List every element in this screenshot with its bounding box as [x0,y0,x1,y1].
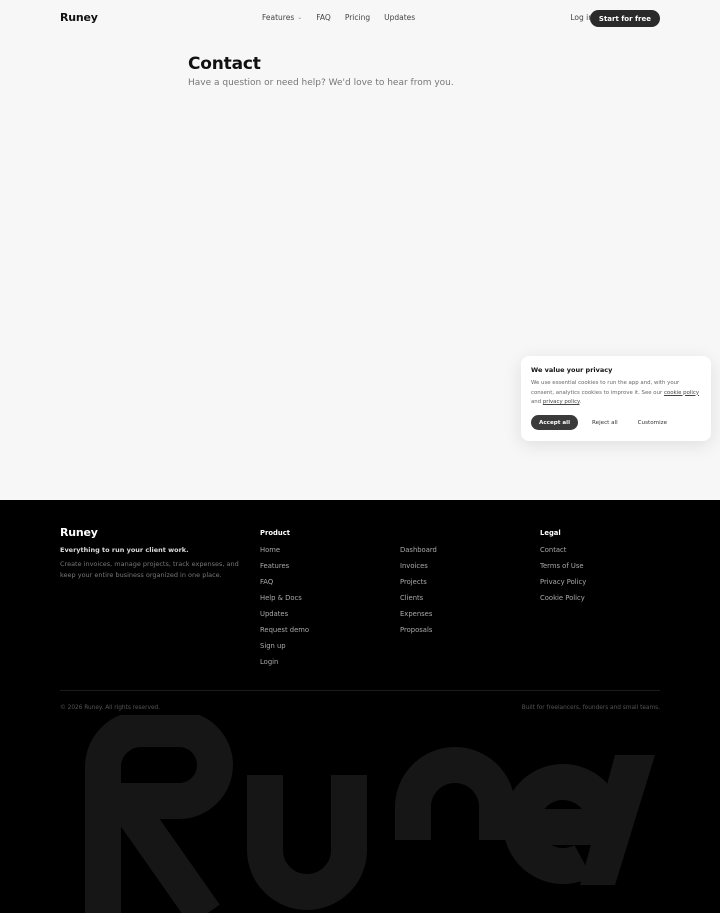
footer-product-column: Product Home Features FAQ Help & Docs Up… [260,529,309,674]
footer-built-for: Built for freelancers, founders and smal… [521,705,660,711]
site-header: Runey Features ⌄ FAQ Pricing Updates Log… [0,0,720,36]
footer-link-invoices[interactable]: Invoices [400,562,437,578]
footer-link-expenses[interactable]: Expenses [400,610,437,626]
reject-all-button[interactable]: Reject all [586,415,624,430]
page-title: Contact [188,54,261,74]
cookie-policy-link[interactable]: cookie policy [664,390,699,396]
footer-link-terms[interactable]: Terms of Use [540,562,586,578]
page-subtitle: Have a question or need help? We'd love … [188,78,454,88]
chevron-down-icon: ⌄ [297,14,303,21]
footer-tagline: Everything to run your client work. [60,546,189,554]
cookie-text-mid: and [531,399,543,405]
footer-link-proposals[interactable]: Proposals [400,626,437,642]
footer-logo[interactable]: Runey [60,526,98,539]
footer-link-clients[interactable]: Clients [400,594,437,610]
main-nav: Features ⌄ FAQ Pricing Updates [262,13,415,22]
footer-link-login[interactable]: Login [260,658,309,674]
footer-legal-heading: Legal [540,529,561,537]
nav-features[interactable]: Features ⌄ [262,13,302,22]
accept-all-button[interactable]: Accept all [531,415,578,430]
customize-button[interactable]: Customize [631,415,674,430]
start-free-button[interactable]: Start for free [589,10,660,27]
nav-pricing[interactable]: Pricing [345,13,370,22]
cookie-text-after: . [579,399,582,405]
privacy-policy-link[interactable]: privacy policy [543,399,580,405]
site-footer: Runey Everything to run your client work… [0,500,720,913]
footer-link-home[interactable]: Home [260,546,309,562]
footer-link-cookie[interactable]: Cookie Policy [540,594,586,610]
nav-updates[interactable]: Updates [384,13,415,22]
footer-link-dashboard[interactable]: Dashboard [400,546,437,562]
footer-product-heading: Product [260,529,290,537]
footer-description: Create invoices, manage projects, track … [60,560,239,579]
nav-features-label: Features [262,13,295,22]
footer-link-privacy[interactable]: Privacy Policy [540,578,586,594]
nav-faq[interactable]: FAQ [316,13,331,22]
footer-link-faq[interactable]: FAQ [260,578,309,594]
footer-legal-column: Legal Contact Terms of Use Privacy Polic… [540,529,586,610]
footer-divider [60,690,660,691]
footer-link-sign-up[interactable]: Sign up [260,642,309,658]
cookie-consent-card: We value your privacy We use essential c… [521,356,711,441]
footer-link-features[interactable]: Features [260,562,309,578]
footer-link-help-docs[interactable]: Help & Docs [260,594,309,610]
footer-link-updates[interactable]: Updates [260,610,309,626]
cookie-text: We use essential cookies to run the app … [531,379,701,408]
cookie-text-before: We use essential cookies to run the app … [531,380,680,396]
cookie-title: We value your privacy [531,366,613,374]
footer-copyright: © 2026 Runey. All rights reserved. [60,705,161,711]
cookie-buttons: Accept all Reject all Customize [531,415,674,430]
footer-link-request-demo[interactable]: Request demo [260,626,309,642]
runey-wordmark-watermark [85,715,655,913]
logo[interactable]: Runey [60,11,98,24]
footer-link-projects[interactable]: Projects [400,578,437,594]
footer-product2-column: Dashboard Invoices Projects Clients Expe… [400,529,437,642]
footer-link-contact[interactable]: Contact [540,546,586,562]
